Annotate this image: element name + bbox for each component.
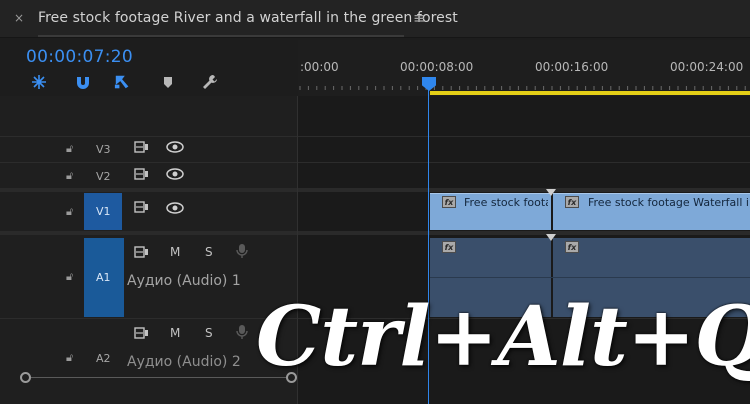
row-divider xyxy=(0,162,750,163)
sync-lock-icon[interactable] xyxy=(134,200,150,217)
mute-button[interactable]: M xyxy=(170,326,180,340)
ruler-label-24s: 00:00:24:00 xyxy=(670,60,744,74)
track-label-v3[interactable]: V3 xyxy=(96,143,111,156)
panel-menu-icon[interactable]: ≡ xyxy=(413,9,426,27)
sync-lock-icon[interactable] xyxy=(134,326,150,343)
microphone-icon[interactable] xyxy=(236,243,248,263)
tab-underline xyxy=(38,35,404,37)
add-marker-icon[interactable] xyxy=(159,73,177,91)
horizontal-scrollbar[interactable] xyxy=(24,377,294,378)
ruler-label-8s: 00:00:08:00 xyxy=(400,60,474,74)
solo-button[interactable]: S xyxy=(205,245,213,259)
lock-icon[interactable]: 🔓︎ xyxy=(66,270,73,284)
lock-icon[interactable]: 🔓︎ xyxy=(66,205,73,219)
snap-icon[interactable] xyxy=(30,73,48,91)
eye-icon[interactable] xyxy=(166,168,184,183)
wrench-icon[interactable] xyxy=(201,73,219,91)
row-divider xyxy=(0,136,750,137)
magnet-link-icon[interactable] xyxy=(74,73,92,91)
sequence-tab-title[interactable]: Free stock footage River and a waterfall… xyxy=(38,10,458,26)
fx-badge[interactable]: fx xyxy=(565,241,579,253)
track-label-v2[interactable]: V2 xyxy=(96,170,111,183)
video-row-divider xyxy=(0,188,750,192)
close-icon[interactable]: × xyxy=(14,11,24,25)
sync-lock-icon[interactable] xyxy=(134,245,150,262)
microphone-icon[interactable] xyxy=(236,324,248,344)
clip-label: Free stock footage Waterfall in th xyxy=(588,196,750,209)
av-divider xyxy=(0,231,750,235)
sync-lock-icon[interactable] xyxy=(134,167,150,184)
fx-badge[interactable]: fx xyxy=(442,241,456,253)
track-name-a2[interactable]: Аудио (Audio) 2 xyxy=(127,354,241,370)
fx-badge[interactable]: fx xyxy=(565,196,579,208)
eye-icon[interactable] xyxy=(166,202,184,217)
work-area-bar[interactable] xyxy=(430,91,750,95)
mute-button[interactable]: M xyxy=(170,245,180,259)
eye-icon[interactable] xyxy=(166,141,184,156)
scroll-handle-left[interactable] xyxy=(20,372,31,383)
playhead-timecode[interactable]: 00:00:07:20 xyxy=(26,47,133,67)
clip-label: Free stock foota xyxy=(464,196,548,209)
lock-icon[interactable]: 🔓︎ xyxy=(66,169,73,183)
ruler-label-0: :00:00 xyxy=(300,60,339,74)
track-label-a1[interactable]: A1 xyxy=(96,271,111,284)
fx-badge[interactable]: fx xyxy=(442,196,456,208)
lock-icon[interactable]: 🔓︎ xyxy=(66,142,73,156)
track-label-v1[interactable]: V1 xyxy=(96,205,111,218)
track-label-a2[interactable]: A2 xyxy=(96,352,111,365)
ruler-label-16s: 00:00:16:00 xyxy=(535,60,609,74)
audio-channel-divider xyxy=(430,277,750,278)
solo-button[interactable]: S xyxy=(205,326,213,340)
lock-icon[interactable]: 🔓︎ xyxy=(66,351,73,365)
track-name-a1[interactable]: Аудио (Audio) 1 xyxy=(127,273,241,289)
sync-lock-icon[interactable] xyxy=(134,140,150,157)
shortcut-overlay-text: Ctrl+Alt+Q xyxy=(256,289,750,385)
linked-selection-icon[interactable] xyxy=(114,73,132,91)
